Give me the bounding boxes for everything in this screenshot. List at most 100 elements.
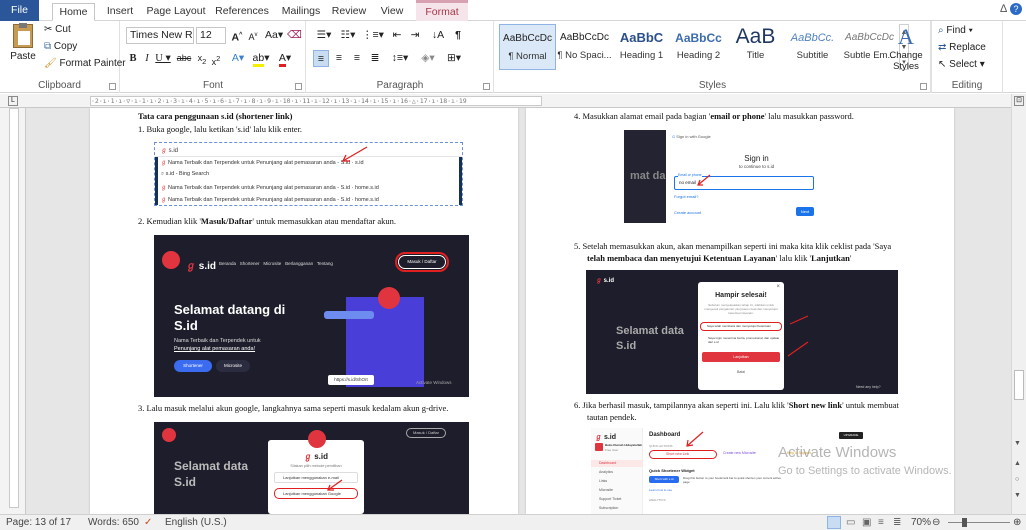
- subscript-icon[interactable]: x2: [196, 50, 208, 67]
- select-button[interactable]: ↖ Select ▾: [938, 59, 985, 70]
- step-2-text: 2. Kemudian klik 'Masuk/Daftar' untuk me…: [138, 216, 397, 226]
- minimize-ribbon-icon[interactable]: ∆: [1000, 3, 1007, 15]
- ruler-tab-selector[interactable]: L: [0, 94, 26, 108]
- scroll-down-icon[interactable]: ▼: [1014, 440, 1021, 447]
- zoom-level[interactable]: 70%: [911, 515, 931, 530]
- show-marks-icon[interactable]: ¶: [451, 27, 465, 44]
- style-heading-2[interactable]: AaBbCc Heading 2: [670, 24, 727, 70]
- page-count[interactable]: Page: 13 of 17: [6, 515, 71, 530]
- ruler-toggle-icon[interactable]: ⊡: [1014, 96, 1024, 106]
- vertical-ruler-scale: [9, 108, 19, 508]
- paste-button[interactable]: Paste: [8, 23, 38, 70]
- underline-icon[interactable]: U ▾: [155, 50, 171, 67]
- numbering-icon[interactable]: ☷▾: [337, 27, 359, 44]
- step-1-text: 1. Buka google, lalu ketikan 's.id' lalu…: [138, 124, 303, 134]
- increase-indent-icon[interactable]: ⇥: [407, 27, 423, 44]
- align-left-icon[interactable]: ≡: [313, 50, 329, 67]
- tab-stop-icon: L: [8, 96, 18, 106]
- status-bar: Page: 13 of 17 Words: 650 ✓ English (U.S…: [0, 514, 1026, 530]
- print-layout-icon[interactable]: [827, 516, 841, 529]
- tab-page-layout[interactable]: Page Layout: [146, 3, 206, 21]
- zoom-out-icon[interactable]: ⊖: [932, 515, 940, 530]
- styles-launcher-icon[interactable]: [920, 83, 927, 90]
- copy-button[interactable]: ⧉ Copy: [44, 41, 77, 52]
- line-spacing-icon[interactable]: ↕≡▾: [389, 50, 411, 67]
- decrease-indent-icon[interactable]: ⇤: [389, 27, 405, 44]
- web-layout-icon[interactable]: ▣: [862, 515, 871, 530]
- shrink-font-icon[interactable]: Av: [245, 27, 261, 44]
- style-name: Subtitle: [796, 50, 829, 61]
- tab-references[interactable]: References: [212, 3, 272, 21]
- shading-icon[interactable]: ◈▾: [417, 50, 439, 67]
- style-subtitle[interactable]: AaBbCc. Subtitle: [784, 24, 841, 70]
- justify-icon[interactable]: ≣: [367, 50, 383, 67]
- find-label: Find: [946, 25, 966, 36]
- borders-icon[interactable]: ⊞▾: [443, 50, 465, 67]
- step-6-text-line2: tautan pendek.: [587, 412, 637, 422]
- multilevel-list-icon[interactable]: ⋮≡▾: [361, 27, 385, 44]
- red-arrow-icon: [697, 174, 711, 186]
- style-normal[interactable]: AaBbCcDc ¶ Normal: [499, 24, 556, 70]
- highlight-icon[interactable]: ab▾: [250, 50, 272, 67]
- italic-icon[interactable]: I: [141, 50, 153, 67]
- bullets-icon[interactable]: ☰▾: [313, 27, 335, 44]
- scroll-thumb[interactable]: [1014, 370, 1024, 400]
- font-name-select[interactable]: Times New Rom: [126, 27, 194, 44]
- word-count[interactable]: Words: 650: [88, 515, 139, 530]
- superscript-icon[interactable]: x2: [210, 50, 222, 67]
- align-right-icon[interactable]: ≡: [349, 50, 365, 67]
- tab-insert[interactable]: Insert: [101, 3, 139, 21]
- previous-page-icon[interactable]: ▲: [1014, 460, 1021, 467]
- help-icon[interactable]: ?: [1010, 3, 1022, 15]
- style-no-spacing[interactable]: AaBbCcDc ¶ No Spaci...: [556, 24, 613, 70]
- google-signin-screenshot: mat da G Sign in with Google Sign in to …: [624, 130, 847, 223]
- editing-group-label: Editing: [951, 80, 983, 91]
- tab-view[interactable]: View: [375, 3, 409, 21]
- style-heading-1[interactable]: AaBbC Heading 1: [613, 24, 670, 70]
- browse-object-icon[interactable]: ○: [1015, 476, 1019, 483]
- clipboard-launcher-icon[interactable]: [109, 83, 116, 90]
- full-screen-icon[interactable]: ▭: [846, 515, 855, 530]
- next-page-icon[interactable]: ▼: [1014, 492, 1021, 499]
- language-indicator[interactable]: English (U.S.): [165, 515, 227, 530]
- style-title[interactable]: AaB Title: [727, 24, 784, 70]
- zoom-in-icon[interactable]: ⊕: [1013, 515, 1021, 530]
- vertical-ruler[interactable]: [0, 108, 26, 514]
- format-painter-button[interactable]: 🖌 Format Painter: [44, 58, 126, 69]
- font-color-icon[interactable]: A▾: [274, 50, 296, 67]
- outline-icon[interactable]: ≡: [878, 515, 884, 530]
- vertical-scrollbar[interactable]: ⊡ ▼ ▲ ○ ▼: [1011, 94, 1026, 514]
- draft-icon[interactable]: ≣: [893, 515, 901, 530]
- replace-button[interactable]: ⇄ Replace: [938, 42, 986, 53]
- page-left[interactable]: Tata cara penggunaan s.id (shortener lin…: [90, 108, 518, 514]
- zoom-slider[interactable]: [948, 522, 1010, 523]
- grow-font-icon[interactable]: A^: [229, 27, 245, 44]
- change-case-icon[interactable]: Aa▾: [265, 27, 283, 44]
- find-button[interactable]: ⌕ Find ▾: [938, 25, 973, 36]
- clear-format-icon[interactable]: ⌫: [287, 27, 302, 44]
- text-effects-icon[interactable]: A▾: [228, 50, 248, 67]
- strikethrough-icon[interactable]: abc: [174, 50, 194, 67]
- ribbon-tabs: File Home Insert Page Layout References …: [0, 0, 1026, 21]
- proofing-icon[interactable]: ✓: [144, 515, 152, 530]
- bold-icon[interactable]: B: [127, 50, 139, 67]
- style-name: ¶ Normal: [508, 51, 547, 62]
- step-5-text-line2: telah membaca dan menyetujui Ketentuan L…: [587, 253, 852, 263]
- tab-review[interactable]: Review: [330, 3, 368, 21]
- font-launcher-icon[interactable]: [295, 83, 302, 90]
- tab-format[interactable]: Format: [416, 0, 468, 21]
- align-center-icon[interactable]: ≡: [331, 50, 347, 67]
- cut-button[interactable]: ✂ Cut: [44, 24, 71, 35]
- zoom-slider-thumb[interactable]: [962, 518, 967, 527]
- styles-group-label: Styles: [698, 80, 727, 91]
- tab-home[interactable]: Home: [52, 3, 95, 21]
- clipboard-icon: [13, 23, 33, 48]
- change-styles-button[interactable]: A Change Styles: [886, 24, 926, 74]
- sort-icon[interactable]: ↓A: [429, 27, 447, 44]
- tab-file[interactable]: File: [0, 0, 39, 21]
- paragraph-launcher-icon[interactable]: [483, 83, 490, 90]
- red-arrow-icon: [341, 146, 368, 162]
- tab-mailings[interactable]: Mailings: [277, 3, 325, 21]
- font-size-select[interactable]: 12: [196, 27, 226, 44]
- horizontal-ruler[interactable]: ·2·ı·1·ı·▽·ı·1·ı·2·ı·3·ı·4·ı·5·ı·6·ı·7·ı…: [26, 94, 1011, 108]
